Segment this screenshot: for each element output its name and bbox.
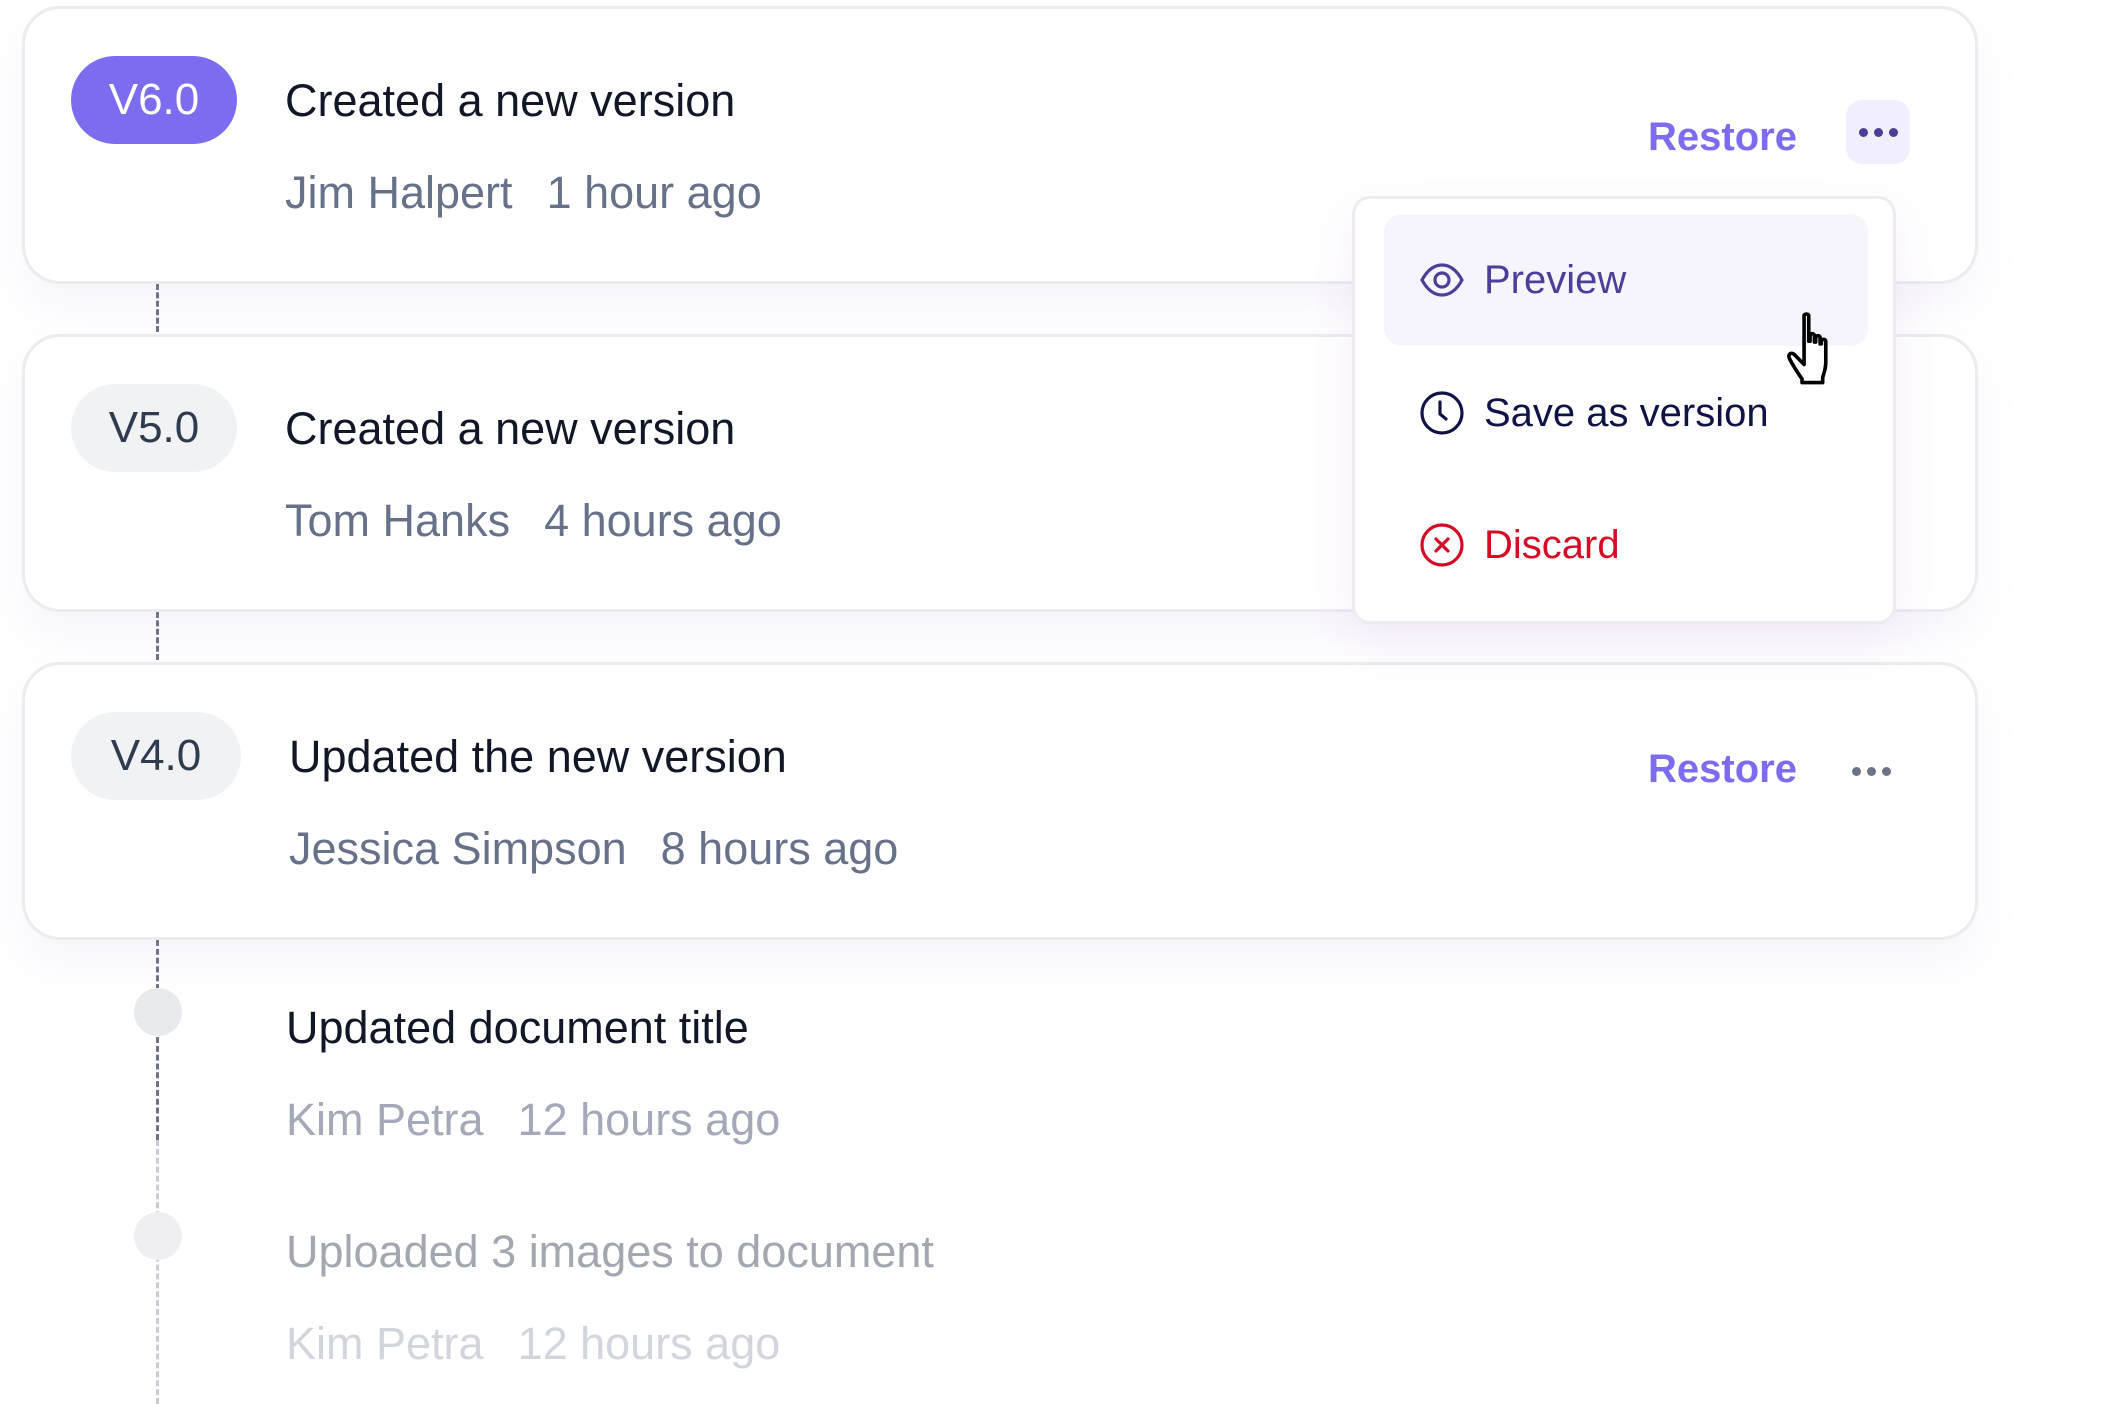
- version-time: 1 hour ago: [546, 167, 762, 218]
- timeline-connector: [156, 1140, 159, 1404]
- version-author: Jim Halpert: [285, 167, 513, 218]
- clock-icon: [1420, 391, 1464, 435]
- timeline-connector: [156, 940, 159, 1140]
- dot: [1866, 766, 1876, 776]
- more-options-button[interactable]: [1846, 100, 1910, 164]
- version-time: 8 hours ago: [660, 823, 899, 874]
- version-options-menu: Preview Save as version Discard: [1352, 196, 1896, 624]
- version-meta: Jessica Simpson 8 hours ago: [289, 823, 898, 875]
- timeline-connector: [156, 284, 159, 332]
- version-badge: V4.0: [71, 712, 241, 800]
- event-time: 12 hours ago: [517, 1318, 781, 1369]
- version-meta: Jim Halpert 1 hour ago: [285, 167, 762, 219]
- x-circle-icon: [1420, 523, 1464, 567]
- version-title: Updated the new version: [289, 731, 787, 782]
- version-author: Jessica Simpson: [289, 823, 627, 874]
- version-meta: Tom Hanks 4 hours ago: [285, 495, 782, 547]
- dot: [1858, 127, 1868, 137]
- dot: [1873, 127, 1883, 137]
- more-options-button[interactable]: [1839, 739, 1903, 803]
- dot: [1881, 766, 1891, 776]
- event-author: Kim Petra: [286, 1318, 484, 1369]
- event-meta: Kim Petra 12 hours ago: [286, 1094, 780, 1146]
- timeline-connector: [156, 612, 159, 660]
- timeline-node: [134, 988, 182, 1036]
- hand-cursor-icon: [1787, 312, 1828, 385]
- timeline-node: [134, 1212, 182, 1260]
- event-title: Updated document title: [286, 1002, 749, 1053]
- version-title: Created a new version: [285, 75, 736, 126]
- menu-item-label: Discard: [1484, 522, 1620, 567]
- version-title: Created a new version: [285, 403, 736, 454]
- dot: [1851, 766, 1861, 776]
- version-card-v4: V4.0 Updated the new version Jessica Sim…: [22, 662, 1978, 940]
- eye-icon: [1420, 263, 1464, 297]
- restore-button[interactable]: Restore: [1648, 747, 1797, 792]
- version-author: Tom Hanks: [285, 495, 511, 546]
- event-author: Kim Petra: [286, 1094, 484, 1145]
- event-meta: Kim Petra 12 hours ago: [286, 1318, 780, 1370]
- event-title: Uploaded 3 images to document: [286, 1226, 934, 1277]
- version-badge: V5.0: [71, 384, 237, 472]
- menu-item-label: Preview: [1484, 257, 1627, 302]
- menu-item-discard[interactable]: Discard: [1384, 479, 1868, 611]
- restore-button[interactable]: Restore: [1648, 115, 1797, 160]
- version-time: 4 hours ago: [544, 495, 782, 546]
- event-time: 12 hours ago: [517, 1094, 781, 1145]
- version-badge: V6.0: [71, 56, 237, 144]
- menu-item-label: Save as version: [1484, 390, 1769, 435]
- dot: [1888, 127, 1898, 137]
